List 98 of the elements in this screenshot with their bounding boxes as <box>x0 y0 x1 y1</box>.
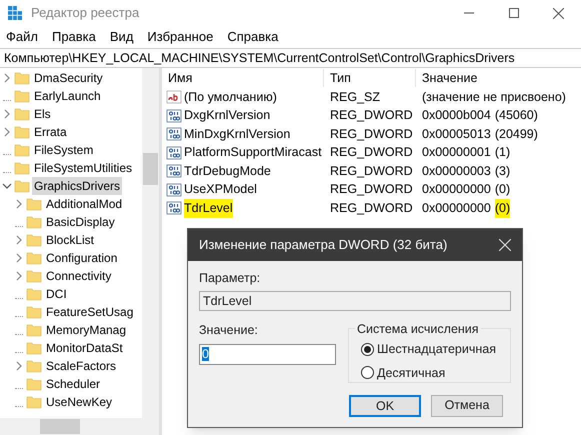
folder-icon <box>26 376 42 392</box>
tree-item[interactable]: BasicDisplay <box>44 213 117 231</box>
tree-item[interactable]: Configuration <box>44 249 120 267</box>
close-icon[interactable] <box>553 8 564 18</box>
parameter-label: Параметр: <box>199 270 262 287</box>
value-type: REG_SZ <box>329 88 382 106</box>
binary-value-icon <box>166 108 182 124</box>
value-data: 0x00005013 <box>422 126 491 143</box>
folder-icon <box>26 358 42 374</box>
value-name[interactable]: (По умолчанию) <box>184 88 277 107</box>
value-data: (значение не присвоено) <box>422 88 566 106</box>
tree-item[interactable]: FileSystem <box>32 141 96 159</box>
string-value-icon <box>166 89 182 106</box>
value-data: 0x00000001 <box>422 144 491 162</box>
tree-item[interactable]: MonitorDataSt <box>44 339 125 357</box>
value-name[interactable]: TdrLevel <box>184 198 233 218</box>
value-decimal: (0) <box>494 181 510 198</box>
value-type: REG_DWORD <box>329 200 414 217</box>
binary-value-icon <box>166 182 182 198</box>
folder-icon <box>14 70 30 86</box>
value-type: REG_DWORD <box>329 181 414 198</box>
dialog-button[interactable]: Отмена <box>431 394 503 417</box>
radio-icon[interactable] <box>361 366 374 380</box>
folder-icon <box>26 214 42 230</box>
menu-item[interactable]: Правка <box>48 27 100 47</box>
folder-icon <box>14 124 30 140</box>
value-data: 0x0000b004 <box>422 107 491 124</box>
value-decimal: (45060) <box>494 107 538 124</box>
menu-item[interactable]: Справка <box>223 27 282 47</box>
binary-value-icon <box>166 126 182 142</box>
tree-item[interactable]: GraphicsDrivers <box>32 177 122 195</box>
value-field[interactable]: 0 <box>199 344 336 364</box>
value-name[interactable]: PlatformSupportMiracast <box>184 143 322 162</box>
tree-item[interactable]: Els <box>32 105 53 123</box>
value-type: REG_DWORD <box>329 126 414 143</box>
folder-icon <box>26 250 42 266</box>
tree-item[interactable]: BlockList <box>44 231 96 249</box>
address-bar[interactable]: Компьютер\HKEY_LOCAL_MACHINE\SYSTEM\CurrentControlSet\Control\GraphicsDrivers <box>0 48 581 68</box>
value-type: REG_DWORD <box>329 144 414 162</box>
dialog-button[interactable]: OK <box>349 394 421 417</box>
column-header[interactable]: Значение <box>416 68 581 88</box>
value-name[interactable]: TdrDebugMode <box>184 162 271 181</box>
tree-item[interactable]: Scheduler <box>44 375 102 393</box>
vertical-scrollbar[interactable] <box>142 68 159 418</box>
value-name[interactable]: UseXPModel <box>184 180 257 200</box>
tree-item[interactable]: FileSystemUtilities <box>32 159 134 177</box>
parameter-field: TdrLevel <box>199 290 511 311</box>
folder-icon <box>14 160 30 176</box>
value-data: 0x00000000 <box>422 200 491 217</box>
value-decimal: (20499) <box>494 126 538 143</box>
tree-item[interactable]: DmaSecurity <box>32 69 105 87</box>
column-header[interactable]: Имя <box>162 68 324 88</box>
value-data: 0x00000000 <box>422 181 491 198</box>
value-type: REG_DWORD <box>329 162 414 180</box>
value-decimal: (1) <box>494 144 510 162</box>
value-decimal: (3) <box>494 162 510 180</box>
value-name[interactable]: MinDxgKrnlVersion <box>184 124 290 144</box>
menu-item[interactable]: Вид <box>106 27 138 47</box>
binary-value-icon <box>166 200 182 216</box>
folder-icon <box>26 196 42 212</box>
value-name[interactable]: DxgKrnlVersion <box>184 106 270 126</box>
folder-icon <box>14 88 30 104</box>
folder-icon <box>26 232 42 248</box>
dialog-title: Изменение параметра DWORD (32 бита) <box>199 236 448 254</box>
folder-icon <box>26 268 42 284</box>
folder-icon <box>26 286 42 302</box>
window-title: Редактор реестра <box>31 4 140 22</box>
tree-item[interactable]: AdditionalMod <box>44 195 124 213</box>
tree-item[interactable]: FeatureSetUsag <box>44 303 136 321</box>
menu-item[interactable]: Файл <box>2 27 42 47</box>
folder-icon <box>14 106 30 122</box>
folder-icon <box>26 322 42 338</box>
binary-value-icon <box>166 163 182 180</box>
column-header[interactable]: Тип <box>324 68 416 88</box>
tree-item[interactable]: DCI <box>44 285 69 303</box>
value-type: REG_DWORD <box>329 107 414 124</box>
tree-item[interactable]: Errata <box>32 123 69 141</box>
tree-item[interactable]: EarlyLaunch <box>32 87 103 105</box>
horizontal-scrollbar[interactable] <box>0 418 159 435</box>
folder-icon <box>26 304 42 320</box>
menu-item[interactable]: Избранное <box>143 27 218 47</box>
tree-item[interactable]: ScaleFactors <box>44 357 118 375</box>
tree-item[interactable]: MemoryManag <box>44 321 128 339</box>
tree-item[interactable]: UseNewKey <box>44 393 114 411</box>
value-label: Значение: <box>199 322 259 339</box>
radio-option[interactable]: Шестнадцатеричная <box>361 340 510 358</box>
folder-icon <box>14 142 30 158</box>
tree-item[interactable]: Connectivity <box>44 267 114 285</box>
maximize-icon[interactable] <box>508 8 518 18</box>
value-decimal: (0) <box>494 198 510 218</box>
binary-value-icon <box>166 144 182 161</box>
folder-icon <box>26 340 42 356</box>
value-data: 0x00000003 <box>422 162 491 180</box>
folder-icon <box>26 394 42 410</box>
registry-app-icon <box>7 5 23 21</box>
radio-option[interactable]: Десятичная <box>361 364 510 382</box>
radio-icon[interactable] <box>361 342 374 356</box>
folder-icon <box>14 178 30 194</box>
